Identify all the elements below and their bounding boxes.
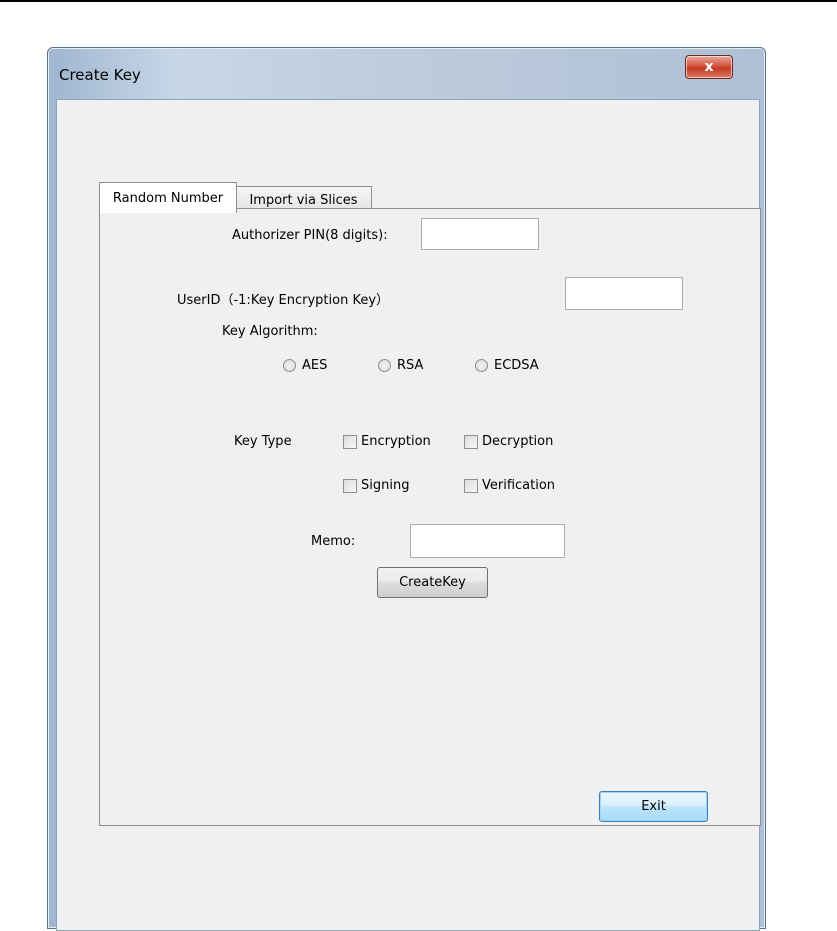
radio-label: AES xyxy=(302,358,328,373)
checkbox-icon[interactable] xyxy=(343,478,357,493)
checkbox-label: Signing xyxy=(361,478,410,493)
userid-label: UserID（-1:Key Encryption Key） xyxy=(177,293,390,308)
checkbox-label: Verification xyxy=(482,478,556,493)
authorizer-pin-label: Authorizer PIN(8 digits): xyxy=(232,228,388,243)
radio-ecdsa[interactable]: ECDSA xyxy=(475,358,539,373)
checkbox-label: Encryption xyxy=(361,434,431,449)
radio-aes[interactable]: AES xyxy=(283,358,327,373)
checkbox-signing[interactable]: Signing xyxy=(343,478,409,493)
checkbox-encryption[interactable]: Encryption xyxy=(343,434,431,449)
window-title: Create Key xyxy=(59,66,141,84)
exit-button[interactable]: Exit xyxy=(599,791,708,822)
checkbox-label: Decryption xyxy=(482,434,554,449)
dialog-client-area: Random Number Import via Slices Authoriz… xyxy=(56,99,761,931)
create-key-dialog: Create Key x Random Number Import via Sl… xyxy=(47,47,766,931)
authorizer-pin-input[interactable] xyxy=(421,218,539,250)
checkbox-icon[interactable] xyxy=(343,434,357,449)
userid-input[interactable] xyxy=(565,277,683,310)
exit-button-label: Exit xyxy=(641,799,666,814)
checkbox-icon[interactable] xyxy=(464,434,478,449)
key-algorithm-label: Key Algorithm: xyxy=(222,324,318,339)
create-key-button-label: CreateKey xyxy=(399,575,466,590)
tab-label: Random Number xyxy=(112,190,224,206)
top-border-line xyxy=(0,0,837,2)
radio-button-icon[interactable] xyxy=(475,359,488,372)
radio-button-icon[interactable] xyxy=(283,359,296,372)
tab-label: Import via Slices xyxy=(249,192,358,208)
checkbox-icon[interactable] xyxy=(464,478,478,493)
key-type-label: Key Type xyxy=(234,434,292,449)
title-bar[interactable]: Create Key x xyxy=(48,48,765,100)
radio-rsa[interactable]: RSA xyxy=(378,358,423,373)
radio-label: ECDSA xyxy=(494,358,539,373)
close-icon: x xyxy=(704,59,714,75)
create-key-button[interactable]: CreateKey xyxy=(377,567,488,598)
checkbox-decryption[interactable]: Decryption xyxy=(464,434,553,449)
radio-label: RSA xyxy=(397,358,424,373)
tab-random-number[interactable]: Random Number xyxy=(99,182,237,213)
memo-input[interactable] xyxy=(410,524,565,558)
radio-button-icon[interactable] xyxy=(378,359,391,372)
close-button[interactable]: x xyxy=(685,55,733,79)
memo-label: Memo: xyxy=(311,534,356,549)
checkbox-verification[interactable]: Verification xyxy=(464,478,555,493)
